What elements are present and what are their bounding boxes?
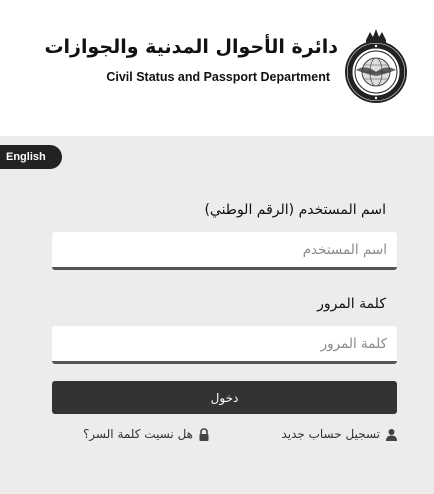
emblem-seal-icon [345, 29, 407, 103]
department-title-arabic: دائرة الأحوال المدنية والجوازات [44, 36, 338, 58]
login-button[interactable]: دخول [52, 381, 397, 414]
lock-icon [199, 427, 209, 441]
password-input[interactable] [52, 326, 397, 364]
user-icon [386, 428, 397, 441]
forgot-password-link[interactable]: هل نسيت كلمة السر؟ [83, 427, 210, 441]
username-label: اسم المستخدم (الرقم الوطني) [204, 202, 386, 218]
username-input[interactable] [52, 232, 397, 270]
language-toggle-button[interactable]: English [0, 145, 62, 169]
forgot-password-label: هل نسيت كلمة السر؟ [82, 427, 193, 441]
site-header: دائرة الأحوال المدنية والجوازات Civil St… [0, 0, 434, 136]
register-link-label: تسجيل حساب جديد [281, 427, 380, 441]
register-link[interactable]: تسجيل حساب جديد [281, 427, 398, 441]
department-title-english: Civil Status and Passport Department [106, 70, 330, 84]
password-label: كلمة المرور [317, 296, 386, 312]
